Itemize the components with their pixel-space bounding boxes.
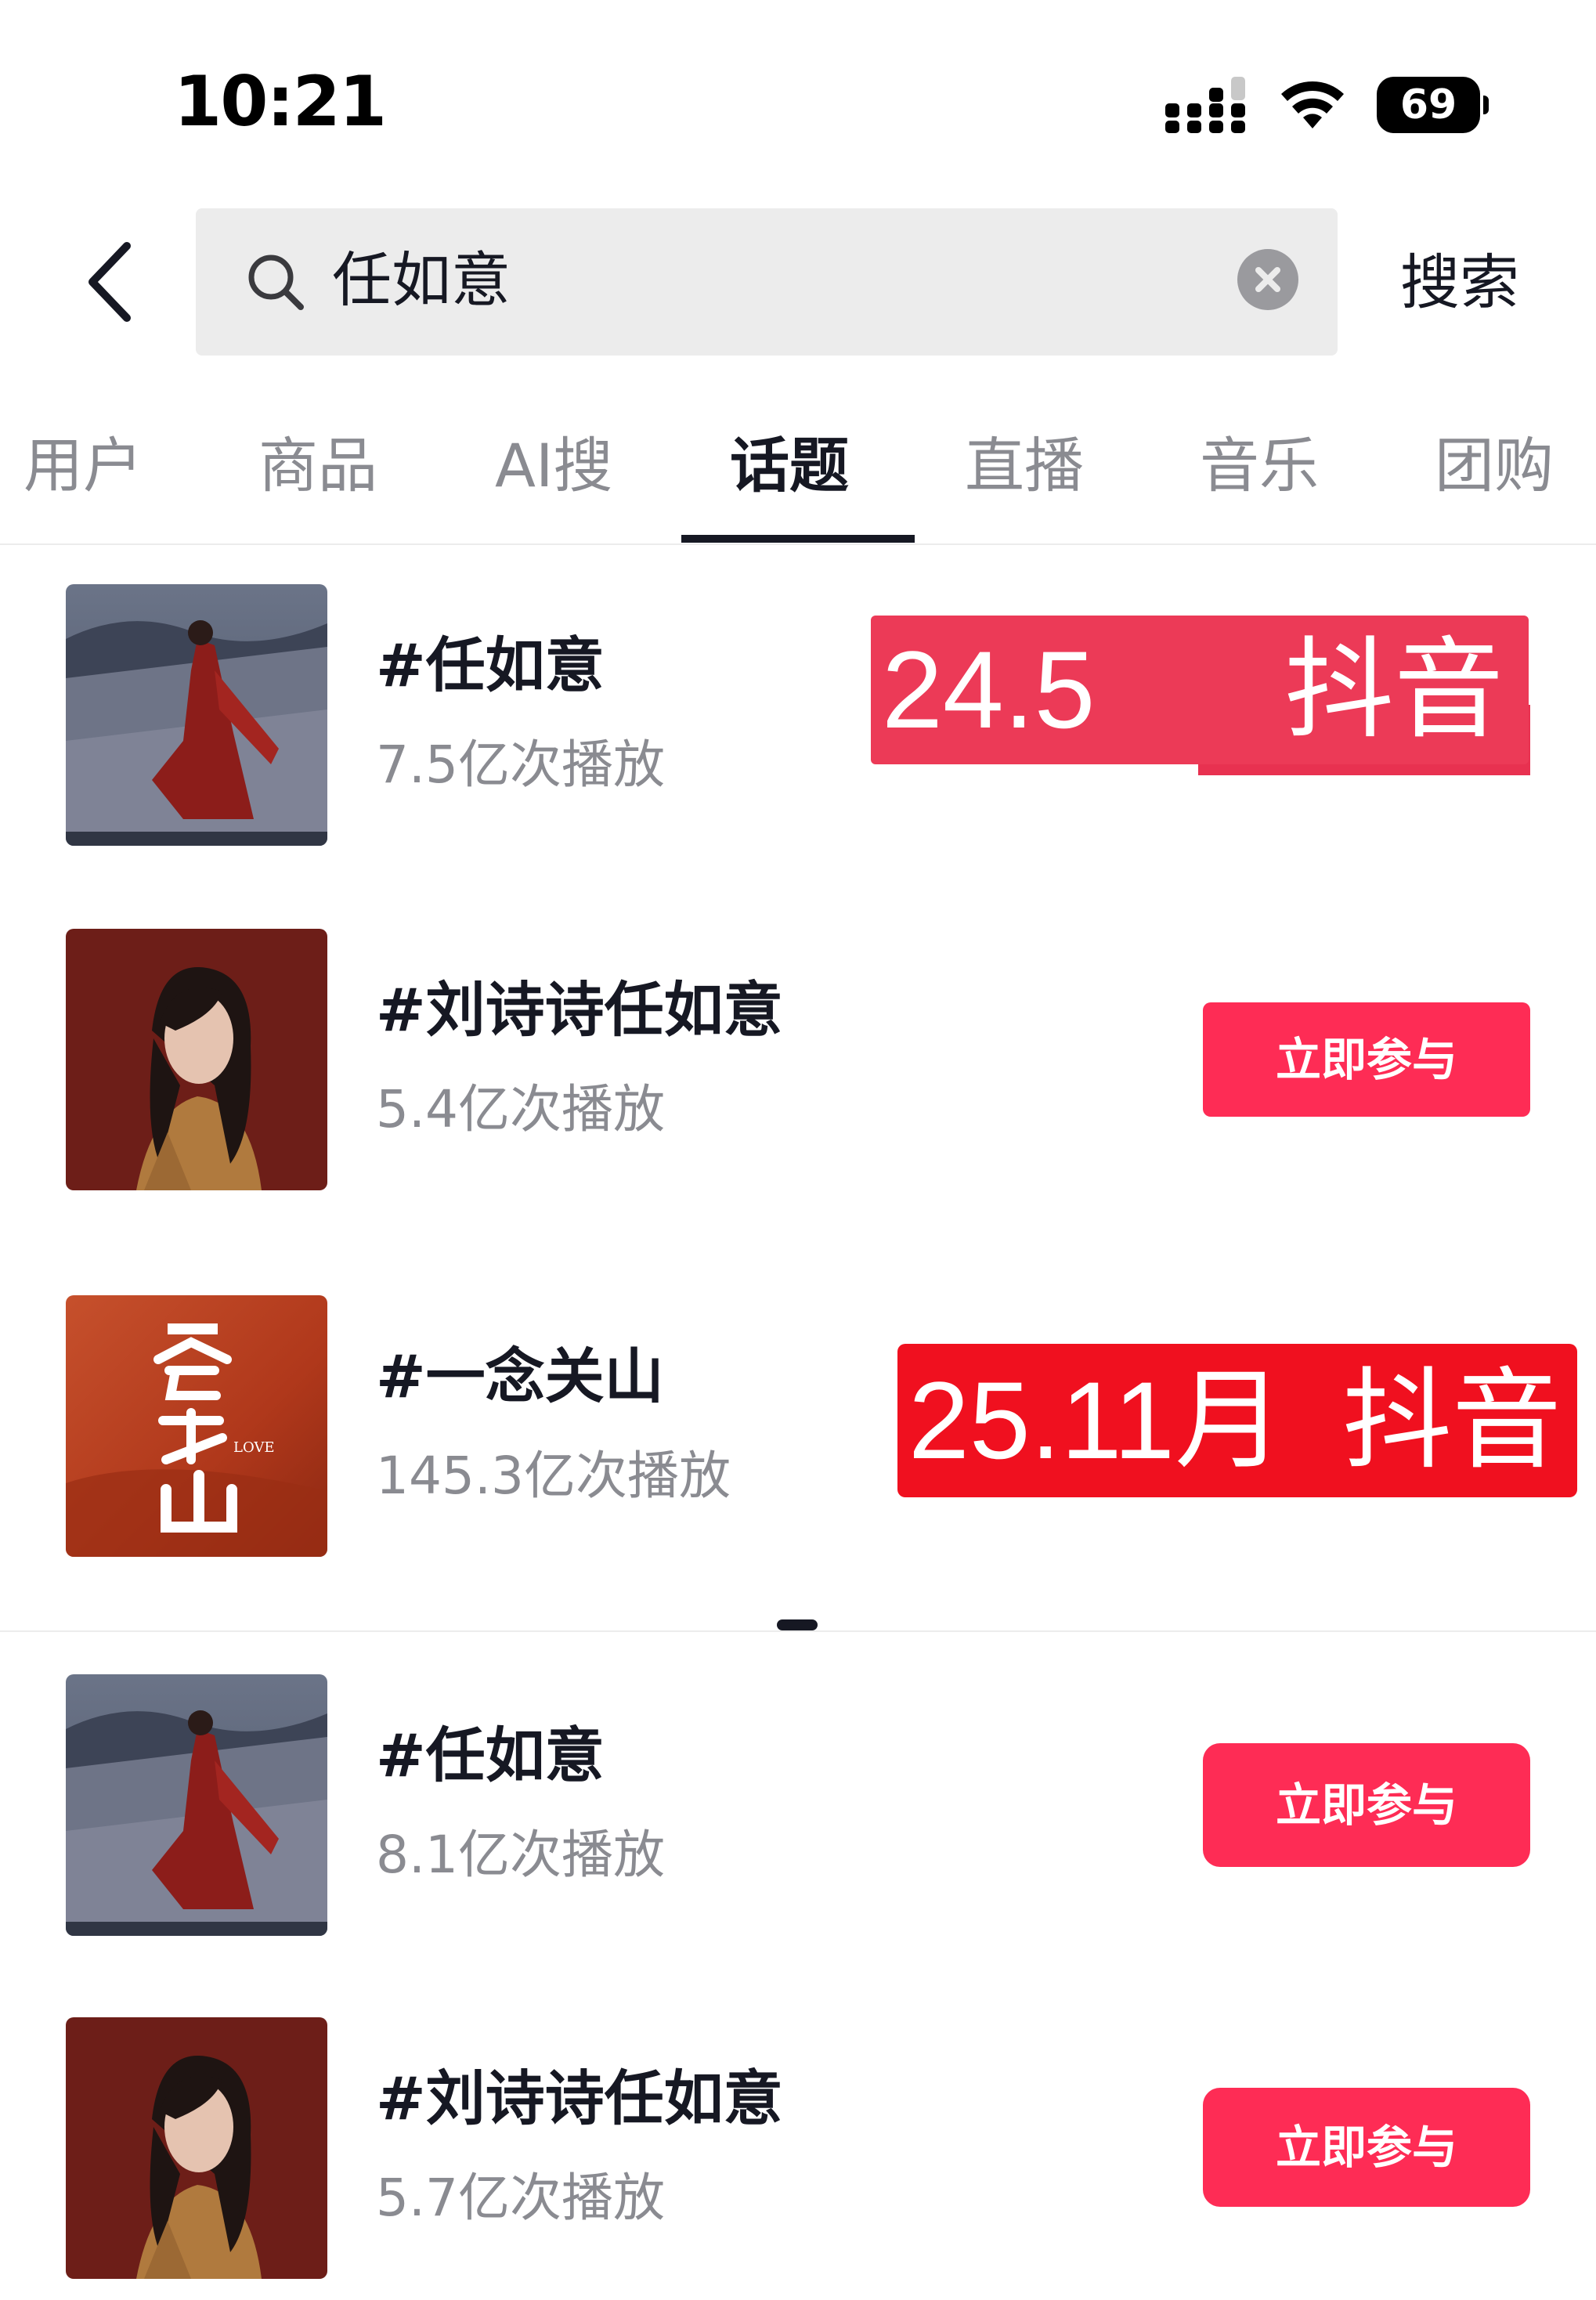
topic-name[interactable]: #刘诗诗任如意	[376, 2060, 783, 2138]
tab-live[interactable]: 直播	[965, 423, 1084, 509]
active-tab-indicator	[681, 535, 915, 543]
topic-play-count: 7.5亿次播放	[376, 735, 665, 795]
battery-icon: 69	[1377, 77, 1480, 133]
topic-row[interactable]: #任如意 8.1亿次播放 立即参与	[0, 1674, 1596, 1941]
search-submit-button[interactable]: 搜索	[1400, 240, 1519, 326]
search-input[interactable]: 任如意	[196, 208, 1338, 356]
screenshot-seam-marker	[777, 1619, 818, 1630]
topic-thumbnail: LOVE	[66, 1295, 327, 1557]
topic-thumbnail	[66, 584, 327, 846]
overlay-tag-app: 抖音	[1284, 628, 1504, 751]
status-time: 10:21	[174, 61, 387, 142]
topic-name[interactable]: #刘诗诗任如意	[376, 971, 783, 1049]
topic-name[interactable]: #任如意	[376, 626, 605, 705]
category-tabs: 用户 商品 AI搜 话题 直播 音乐 团购	[0, 407, 1596, 545]
tab-users[interactable]: 用户	[23, 423, 143, 509]
topic-row[interactable]: #刘诗诗任如意 5.4亿次播放 立即参与	[0, 929, 1596, 1195]
overlay-tag-date: 25.11月	[908, 1359, 1284, 1482]
overlay-tag-app: 抖音	[1342, 1359, 1562, 1482]
cellular-signal-icon	[1165, 77, 1245, 133]
tab-products[interactable]: 商品	[258, 423, 377, 509]
topic-thumbnail	[66, 1674, 327, 1936]
search-icon	[248, 255, 304, 310]
tab-music[interactable]: 音乐	[1200, 423, 1319, 509]
join-topic-button[interactable]: 立即参与	[1203, 1743, 1530, 1867]
list-divider	[0, 1630, 1596, 1632]
back-chevron-icon[interactable]	[78, 235, 141, 329]
overlay-tag-date: 24.5	[882, 628, 1096, 751]
topic-thumbnail	[66, 929, 327, 1190]
topic-play-count: 5.4亿次播放	[376, 1079, 665, 1139]
topic-play-count: 145.3亿次播放	[376, 1446, 731, 1506]
join-topic-button[interactable]: 立即参与	[1203, 1002, 1530, 1117]
topic-play-count: 5.7亿次播放	[376, 2168, 665, 2228]
battery-tip	[1483, 96, 1489, 114]
wifi-icon	[1281, 81, 1344, 128]
topic-name[interactable]: #一念关山	[376, 1338, 664, 1416]
status-bar: 10:21 69	[0, 0, 1596, 196]
svg-text:LOVE: LOVE	[233, 1439, 275, 1456]
topic-name[interactable]: #任如意	[376, 1717, 605, 1795]
search-query-text[interactable]: 任如意	[332, 241, 511, 320]
topic-row[interactable]: #刘诗诗任如意 5.7亿次播放 立即参与	[0, 2017, 1596, 2284]
join-topic-button[interactable]: 立即参与	[1203, 2088, 1530, 2207]
tab-topics[interactable]: 话题	[730, 423, 849, 509]
overlay-tag: 24.5 抖音	[871, 616, 1529, 764]
tab-group-buy[interactable]: 团购	[1435, 423, 1554, 509]
overlay-tag: 25.11月 抖音	[897, 1344, 1577, 1497]
tab-ai-search[interactable]: AI搜	[495, 423, 612, 509]
topic-play-count: 8.1亿次播放	[376, 1825, 665, 1885]
tabs-divider	[0, 543, 1596, 545]
clear-icon[interactable]	[1237, 249, 1298, 310]
topic-thumbnail	[66, 2017, 327, 2279]
